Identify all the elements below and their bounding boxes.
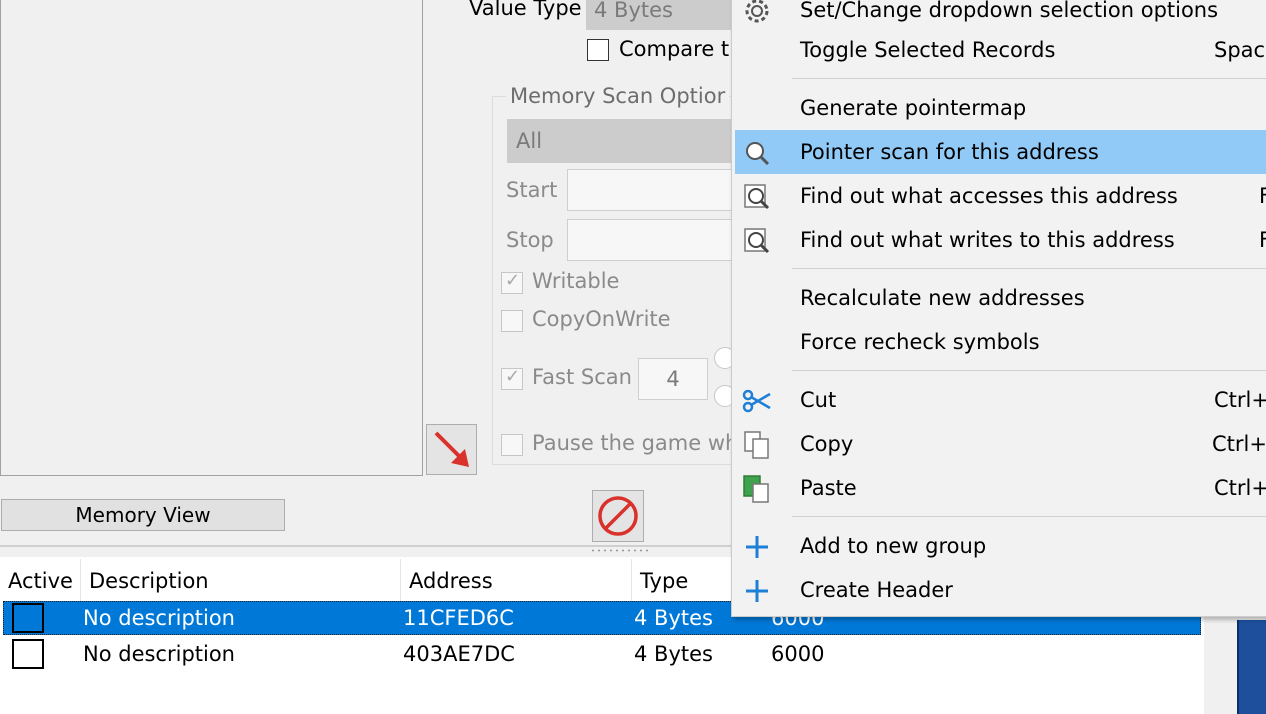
- value-type-label: Value Type: [469, 0, 582, 20]
- memory-view-button[interactable]: Memory View: [1, 499, 285, 531]
- start-address-field[interactable]: [567, 169, 747, 211]
- debug-magnifier-icon: [744, 228, 770, 254]
- stop-scan-button[interactable]: [592, 490, 644, 542]
- splitter-grip[interactable]: [590, 548, 650, 553]
- menu-item-label: Paste: [800, 476, 857, 500]
- copyonwrite-checkbox[interactable]: [501, 310, 523, 332]
- writable-label: Writable: [532, 269, 620, 293]
- menu-item-label: Pointer scan for this address: [800, 140, 1099, 164]
- gear-icon: [745, 0, 769, 23]
- plus-icon: [746, 536, 768, 558]
- menu-separator: [792, 78, 1266, 79]
- start-label: Start: [506, 178, 558, 202]
- debug-magnifier-icon: [744, 184, 770, 210]
- magnifier-icon: [746, 142, 770, 166]
- memory-scan-options-title: Memory Scan Optior: [506, 84, 730, 108]
- menu-item-force-recheck-symbols[interactable]: Force recheck symbols: [735, 320, 1266, 364]
- menu-item-shortcut: Ctrl+: [1214, 476, 1266, 500]
- pause-game-checkbox[interactable]: [501, 434, 523, 456]
- row-value: 6000: [771, 642, 825, 666]
- menu-item-paste[interactable]: Paste Ctrl+: [735, 466, 1266, 510]
- background-window-edge: [1237, 620, 1266, 714]
- menu-item-label: Find out what writes to this address: [800, 228, 1175, 252]
- column-header-description[interactable]: Description: [81, 559, 401, 603]
- row-description: No description: [83, 642, 235, 666]
- menu-item-label: Recalculate new addresses: [800, 286, 1085, 310]
- row-address: 403AE7DC: [403, 642, 515, 666]
- copy-icon: [744, 431, 769, 459]
- row-type: 4 Bytes: [634, 606, 713, 630]
- memory-region-select[interactable]: All: [507, 119, 747, 163]
- menu-separator: [792, 268, 1266, 269]
- menu-item-find-accesses[interactable]: Find out what accesses this address F: [735, 174, 1266, 218]
- writable-checkbox[interactable]: [501, 270, 523, 294]
- row-description: No description: [83, 606, 235, 630]
- menu-item-label: Force recheck symbols: [800, 330, 1040, 354]
- menu-item-label: Cut: [800, 388, 837, 412]
- menu-item-shortcut: Spac: [1214, 38, 1266, 62]
- active-checkbox[interactable]: [12, 639, 44, 669]
- menu-item-find-writes[interactable]: Find out what writes to this address F: [735, 218, 1266, 262]
- plus-icon: [746, 580, 768, 602]
- fast-scan-alignment-field[interactable]: 4: [638, 358, 708, 400]
- menu-item-shortcut: Ctrl+: [1214, 388, 1266, 412]
- menu-item-label: Find out what accesses this address: [800, 184, 1178, 208]
- menu-item-shortcut: F: [1259, 228, 1266, 252]
- menu-item-generate-pointermap[interactable]: Generate pointermap: [735, 86, 1266, 130]
- value-type-select[interactable]: 4 Bytes: [586, 0, 736, 30]
- menu-item-add-to-new-group[interactable]: Add to new group: [735, 524, 1266, 568]
- menu-item-create-header[interactable]: Create Header: [735, 568, 1266, 612]
- row-address: 11CFED6C: [403, 606, 514, 630]
- fast-scan-label: Fast Scan: [532, 365, 632, 389]
- menu-item-cut[interactable]: Cut Ctrl+: [735, 378, 1266, 422]
- menu-item-label: Add to new group: [800, 534, 987, 558]
- copyonwrite-label: CopyOnWrite: [532, 307, 671, 331]
- menu-item-label: Toggle Selected Records: [800, 38, 1056, 62]
- row-type: 4 Bytes: [634, 642, 713, 666]
- scissors-icon: [742, 389, 771, 413]
- fast-scan-checkbox[interactable]: [501, 366, 523, 390]
- menu-item-shortcut: Ctrl+: [1212, 432, 1266, 456]
- add-to-list-button[interactable]: [426, 424, 477, 475]
- menu-item-label: Create Header: [800, 578, 953, 602]
- no-entry-icon: [598, 496, 638, 536]
- paste-icon: [743, 475, 769, 503]
- compare-checkbox[interactable]: [587, 39, 609, 61]
- stop-label: Stop: [506, 228, 554, 252]
- stop-address-field[interactable]: [567, 219, 747, 261]
- menu-separator: [792, 370, 1266, 371]
- menu-item-copy[interactable]: Copy Ctrl+: [735, 422, 1266, 466]
- column-header-address[interactable]: Address: [401, 559, 632, 603]
- menu-item-shortcut: F: [1259, 184, 1266, 208]
- red-arrow-icon: [434, 431, 469, 467]
- scan-results-list[interactable]: [0, 0, 423, 476]
- column-header-active[interactable]: Active: [0, 559, 81, 603]
- pause-game-label: Pause the game wh: [532, 431, 739, 455]
- compare-label: Compare t: [619, 37, 730, 61]
- menu-item-label: Generate pointermap: [800, 96, 1027, 120]
- menu-separator: [792, 516, 1266, 517]
- menu-item-label: Copy: [800, 432, 854, 456]
- menu-item-toggle-selected-records[interactable]: Toggle Selected Records Spac: [735, 28, 1266, 72]
- table-row[interactable]: No description 403AE7DC 4 Bytes 6000: [3, 637, 1201, 671]
- menu-item-recalculate-addresses[interactable]: Recalculate new addresses: [735, 276, 1266, 320]
- menu-item-pointer-scan[interactable]: Pointer scan for this address: [735, 130, 1266, 174]
- active-checkbox[interactable]: [12, 603, 44, 633]
